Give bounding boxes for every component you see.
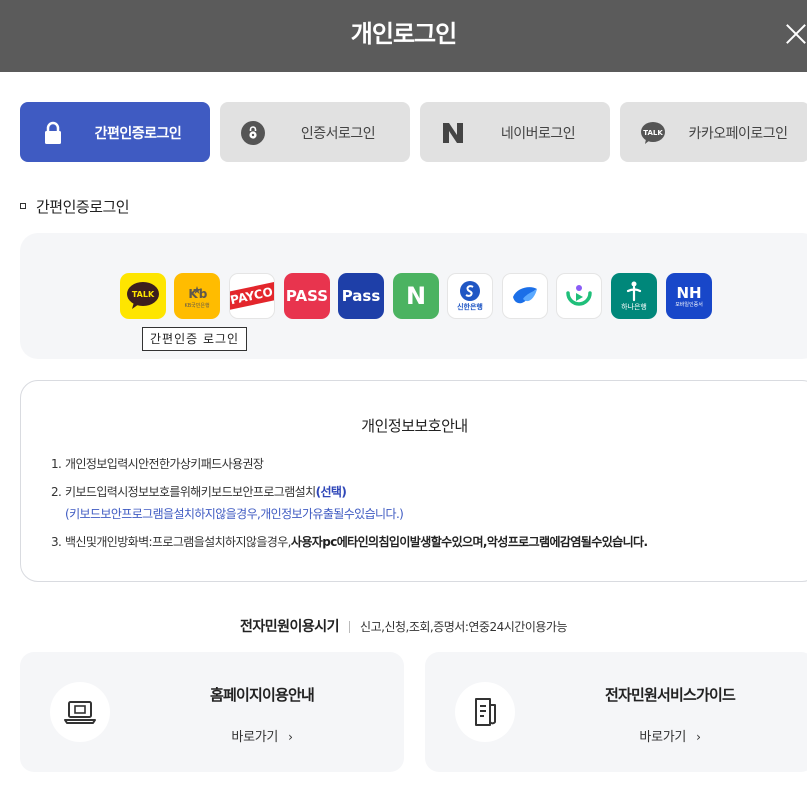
tab-certificate-login[interactable]: 인증서로그인 [220,102,410,162]
kakao-cert-button[interactable]: TALK [120,273,166,319]
toss-icon [513,287,537,304]
item-number: 3. [51,535,62,549]
close-icon[interactable] [777,16,807,52]
item-warning: 사용자pc에타인의침입이발생할수있으며,악성프로그램에감염될수있습니다. [290,535,648,549]
card-icon-circle [455,682,515,742]
naver-label: N [405,282,427,310]
usage-label: 전자민원이용시기 [240,619,340,635]
kakao-talk-icon: TALK [127,282,159,309]
payco-cert-button[interactable]: PAYCO [229,273,275,319]
nh-sub-label: 모바일인증서 [675,301,703,308]
tab-label: 카카오페이로그인 [688,126,788,142]
nh-cert-button[interactable]: NH 모바일인증서 [666,273,712,319]
shortcut-link[interactable]: 바로가기 › [545,726,795,745]
service-guide-card[interactable]: 전자민원서비스가이드 바로가기 › [425,652,807,772]
hana-cert-button[interactable]: 하나은행 [611,273,657,319]
banksalad-icon [566,285,592,306]
shortcut-link[interactable]: 바로가기 › [140,726,384,745]
document-icon [475,698,496,726]
usage-value: 신고,신청,조회,증명서:연중24시간이용가능 [360,620,567,634]
section-title: 간편인증로그인 [20,196,130,217]
header: 개인로그인 [0,0,807,72]
tooltip: 간편인증 로그인 [142,327,248,351]
privacy-item-sub: (키보드보안프로그램을설치하지않을경우,개인정보가유출될수있습니다.) [65,507,404,521]
section-title-text: 간편인증로그인 [36,198,130,216]
privacy-item: 1. 개인정보입력시안전한가상키패드사용권장 [51,455,264,472]
banksalad-cert-button[interactable] [556,273,602,319]
privacy-title: 개인정보보호안내 [361,417,468,435]
shinhan-label: 신한은행 [457,303,483,311]
homepage-guide-card[interactable]: 홈페이지이용안내 바로가기 › [20,652,404,772]
card-icon-circle [50,682,110,742]
optional-badge: (선택) [315,485,347,499]
tab-label: 간편인증로그인 [94,126,182,142]
pass-blue-cert-button[interactable]: Pass [338,273,384,319]
kb-star-icon: K b [188,285,208,301]
page-title: 개인로그인 [350,20,457,48]
payco-label: PAYCO [230,281,274,311]
tab-kakaopay-login[interactable]: TALK 카카오페이로그인 [620,102,807,162]
shinhan-logo-icon [460,281,480,301]
card-title: 홈페이지이용안내 [209,686,315,704]
pass-label: Pass [341,287,381,305]
item-number: 2. [51,485,62,499]
chevron-right-icon: › [696,730,701,744]
kb-cert-button[interactable]: K b KB국민은행 [174,273,220,319]
nh-label: NH [676,283,702,302]
usage-period: 전자민원이용시기 신고,신청,조회,증명서:연중24시간이용가능 [0,616,807,636]
naver-cert-button[interactable]: N [393,273,439,319]
item-text: 개인정보입력시안전한가상키패드사용권장 [65,457,264,471]
tab-simple-auth-login[interactable]: 간편인증로그인 [20,102,210,162]
privacy-item: 2. 키보드입력시정보보호를위해키보드보안프로그램설치(선택) [51,483,347,500]
simple-auth-panel: TALK K b KB국민은행 PAYCO PASS Pass N 신한은행 하… [20,233,807,359]
item-text: 백신및개인방화벽:프로그램을설치하지않을경우, [65,535,292,549]
kb-label: KB국민은행 [184,302,210,309]
tab-naver-login[interactable]: 네이버로그인 [420,102,610,162]
svg-text:TALK: TALK [132,290,155,299]
pass-red-cert-button[interactable]: PASS [284,273,330,319]
card-title: 전자민원서비스가이드 [604,686,736,704]
shortcut-label: 바로가기 [639,730,687,745]
kakao-talk-icon: TALK [641,122,665,144]
divider [349,621,351,633]
tab-label: 네이버로그인 [500,126,576,142]
tab-label: 인증서로그인 [300,126,376,142]
privacy-notice: 개인정보보호안내 1. 개인정보입력시안전한가상키패드사용권장 2. 키보드입력시정… [20,380,807,582]
privacy-item: 3. 백신및개인방화벽:프로그램을설치하지않을경우,사용자pc에타인의침입이발생할… [51,533,648,550]
item-number: 1. [51,457,62,471]
pass-label: PASS [285,287,329,305]
square-bullet-icon [20,202,26,209]
hana-label: 하나은행 [621,303,647,311]
toss-cert-button[interactable] [502,273,548,319]
login-tabs: 간편인증로그인 인증서로그인 네이버로그인 TALK 카카오페이로그인 [20,102,807,162]
lock-icon [45,121,61,144]
certificate-icon [241,121,265,145]
svg-text:TALK: TALK [643,129,663,137]
chevron-right-icon: › [288,730,293,744]
hana-logo-icon [626,281,642,302]
laptop-icon [64,701,96,724]
shortcut-label: 바로가기 [231,730,279,745]
shinhan-cert-button[interactable]: 신한은행 [447,273,493,319]
item-text: 키보드입력시정보보호를위해키보드보안프로그램설치 [65,485,316,499]
naver-icon [443,123,463,143]
